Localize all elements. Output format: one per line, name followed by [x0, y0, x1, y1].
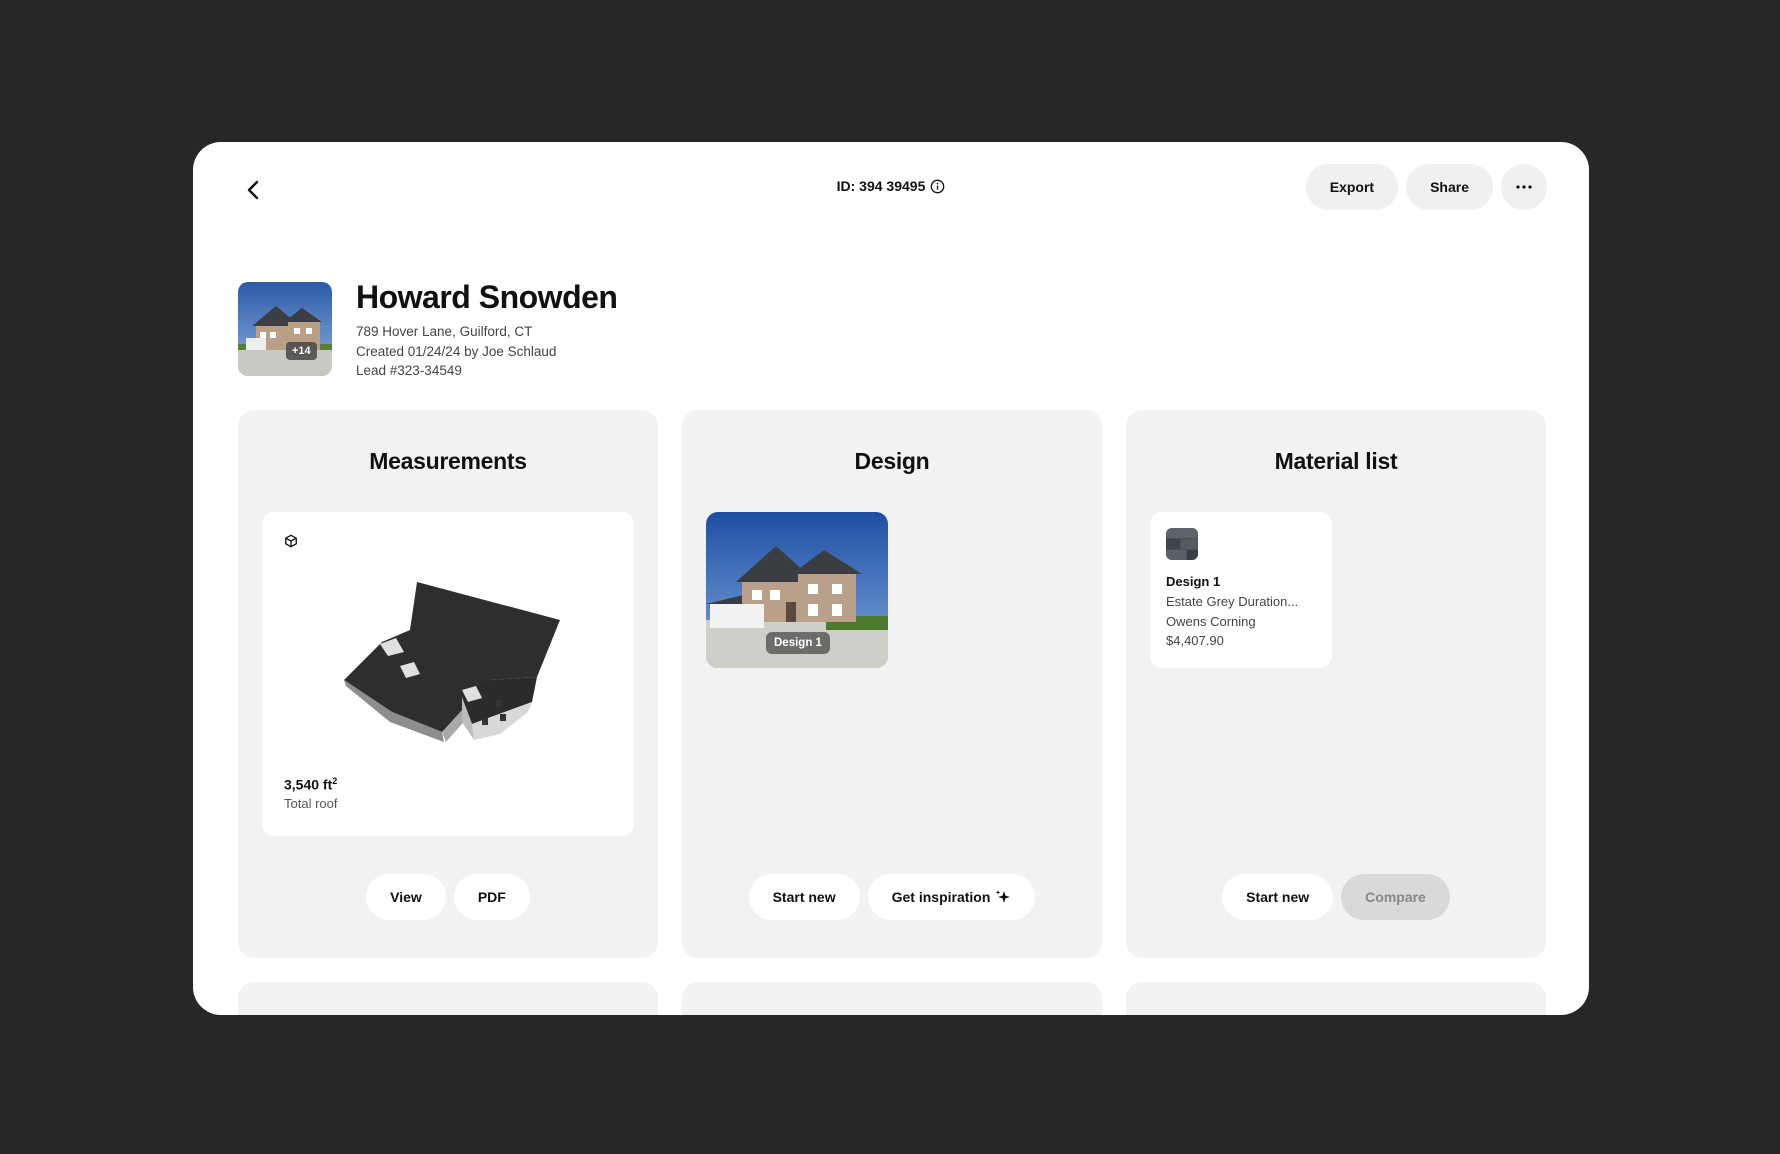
measurements-card: Measurements 3,540 ft2 Total roof View P… [238, 410, 658, 958]
house-photo-icon [238, 282, 332, 376]
view-button[interactable]: View [366, 874, 446, 920]
info-icon[interactable] [930, 179, 945, 194]
measurement-preview[interactable]: 3,540 ft2 Total roof [262, 512, 634, 836]
shingle-swatch [1166, 528, 1198, 560]
customer-header: +14 Howard Snowden 789 Hover Lane, Guilf… [238, 279, 618, 381]
customer-name: Howard Snowden [356, 279, 618, 315]
area-value: 3,540 ft [284, 776, 333, 793]
material-start-new-button[interactable]: Start new [1222, 874, 1334, 920]
export-button[interactable]: Export [1305, 164, 1399, 210]
share-button[interactable]: Share [1406, 164, 1493, 210]
design-thumbnail[interactable]: Design 1 [706, 512, 888, 668]
more-cards [238, 982, 1546, 1015]
partial-card [238, 982, 658, 1015]
shingle-swatch-icon [1166, 528, 1198, 560]
design-actions: Start new Get inspiration [682, 874, 1102, 920]
design-title: Design [854, 448, 930, 474]
lead-number: Lead #323-34549 [356, 363, 462, 378]
design-start-new-button[interactable]: Start new [748, 874, 860, 920]
photo-count-badge: +14 [286, 342, 317, 360]
get-inspiration-button[interactable]: Get inspiration [867, 874, 1036, 920]
pdf-button[interactable]: PDF [453, 874, 530, 920]
material-item[interactable]: Design 1 Estate Grey Duration... Owens C… [1150, 512, 1332, 668]
top-actions: Export Share [1305, 164, 1547, 210]
customer-address: 789 Hover Lane, Guilford, CT [356, 324, 533, 339]
material-product: Estate Grey Duration... [1166, 594, 1299, 609]
material-item-title: Design 1 [1166, 574, 1221, 589]
project-id-text: ID: 394 39495 [836, 178, 926, 194]
material-price: $4,407.90 [1166, 633, 1224, 648]
design-thumb-label: Design 1 [766, 632, 830, 654]
material-brand: Owens Corning [1166, 613, 1256, 629]
project-cards: Measurements 3,540 ft2 Total roof View P… [238, 410, 1546, 958]
measurements-title: Measurements [369, 448, 527, 474]
app-window: ID: 394 39495 Export Share +14 Howard Sn… [193, 142, 1589, 1015]
partial-card [1126, 982, 1546, 1015]
property-photo[interactable]: +14 [238, 282, 332, 376]
created-info: Created 01/24/24 by Joe Schlaud [356, 343, 557, 359]
customer-info: Howard Snowden 789 Hover Lane, Guilford,… [356, 279, 618, 381]
total-roof-area: 3,540 ft2 [284, 776, 337, 793]
measurements-actions: View PDF [238, 874, 658, 920]
area-unit-sup: 2 [332, 776, 338, 786]
partial-card [682, 982, 1102, 1015]
material-list-title: Material list [1274, 448, 1398, 474]
more-button[interactable] [1501, 164, 1547, 210]
device-frame: ID: 394 39495 Export Share +14 Howard Sn… [0, 0, 1780, 1154]
sparkle-icon [996, 890, 1011, 903]
design-card: Design Design 1 Start new Get inspiratio… [682, 410, 1102, 958]
roof-model-icon [344, 582, 560, 742]
material-list-card: Material list Design 1 Estate Grey Durat… [1126, 410, 1546, 958]
material-actions: Start new Compare [1126, 874, 1546, 920]
ellipsis-icon [1516, 185, 1532, 189]
cube-icon [285, 534, 297, 548]
area-label: Total roof [284, 796, 338, 811]
get-inspiration-label: Get inspiration [891, 889, 991, 905]
compare-button: Compare [1341, 874, 1450, 920]
